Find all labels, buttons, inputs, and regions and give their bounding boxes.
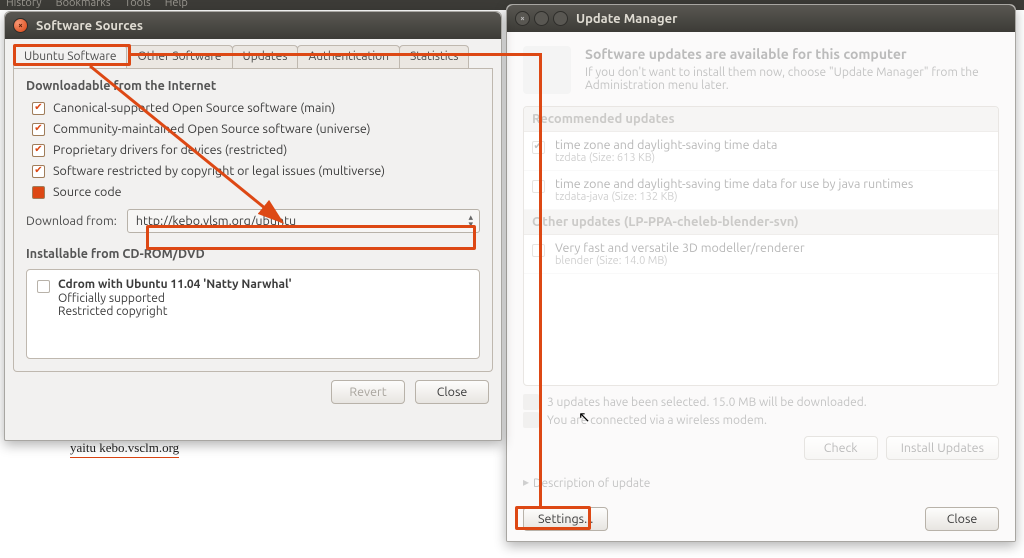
checkbox[interactable] (532, 141, 545, 154)
checkbox-restricted[interactable] (32, 144, 45, 157)
update-item[interactable]: Very fast and versatile 3D modeller/rend… (524, 235, 998, 274)
window-title: Software Sources (36, 19, 143, 33)
description-expander[interactable]: ▸Description of update (523, 476, 999, 490)
checkbox-cdrom[interactable] (37, 280, 50, 293)
close-icon[interactable]: × (13, 18, 28, 33)
software-sources-window: × Software Sources Ubuntu Software Other… (4, 11, 502, 441)
update-item[interactable]: time zone and daylight-saving time datat… (524, 132, 998, 171)
tab-ubuntu-software[interactable]: Ubuntu Software (13, 45, 127, 68)
check-button[interactable]: Check (804, 436, 878, 460)
update-manager-window: × Update Manager Software updates are av… (506, 4, 1016, 542)
tab-authentication[interactable]: Authentication (297, 45, 400, 68)
settings-button[interactable]: Settings... (523, 507, 608, 531)
menu-item[interactable]: Bookmarks (56, 0, 111, 9)
update-icon (523, 46, 571, 94)
download-server-dropdown[interactable]: http://kebo.vlsm.org/ubuntu ▴▾ (127, 209, 480, 233)
updates-list[interactable]: Recommended updates time zone and daylig… (523, 106, 999, 386)
window-title: Update Manager (576, 12, 678, 26)
close-button[interactable]: Close (925, 507, 999, 531)
menu-item[interactable]: Tools (125, 0, 151, 9)
caption-text: yaitu kebo.vsclm.org (70, 440, 179, 458)
checkbox-source[interactable] (32, 186, 45, 199)
menu-item[interactable]: Help (165, 0, 188, 9)
update-subtext: If you don't want to install them now, c… (585, 66, 999, 92)
group-header: Recommended updates (524, 107, 998, 132)
group-header: Other updates (LP-PPA-cheleb-blender-svn… (524, 210, 998, 235)
section-header: Installable from CD-ROM/DVD (26, 247, 480, 261)
status-text: 3 updates have been selected. 15.0 MB wi… (523, 394, 999, 430)
close-icon[interactable]: × (515, 11, 530, 26)
maximize-icon[interactable] (553, 11, 568, 26)
download-from-label: Download from: (26, 214, 117, 228)
tab-other-software[interactable]: Other Software (126, 45, 232, 68)
chevron-right-icon: ▸ (523, 475, 529, 489)
tab-updates[interactable]: Updates (232, 45, 299, 68)
checkbox-universe[interactable] (32, 123, 45, 136)
checkbox[interactable] (532, 180, 545, 193)
chevron-updown-icon: ▴▾ (468, 214, 473, 228)
revert-button[interactable]: Revert (331, 380, 405, 404)
cdrom-list[interactable]: Cdrom with Ubuntu 11.04 'Natty Narwhal' … (26, 269, 480, 359)
tabs-bar: Ubuntu Software Other Software Updates A… (13, 45, 493, 69)
checkbox[interactable] (532, 244, 545, 257)
download-icon (523, 394, 539, 410)
tab-statistics[interactable]: Statistics (399, 45, 469, 68)
titlebar[interactable]: × Software Sources (5, 12, 501, 39)
close-button[interactable]: Close (415, 380, 489, 404)
update-item[interactable]: time zone and daylight-saving time data … (524, 171, 998, 210)
menu-item[interactable]: History (6, 0, 42, 9)
checkbox-main[interactable] (32, 102, 45, 115)
section-header: Downloadable from the Internet (26, 79, 480, 93)
network-icon (523, 412, 539, 428)
titlebar[interactable]: × Update Manager (507, 5, 1015, 32)
install-updates-button[interactable]: Install Updates (886, 436, 999, 460)
update-heading: Software updates are available for this … (585, 46, 999, 62)
minimize-icon[interactable] (534, 11, 549, 26)
checkbox-multiverse[interactable] (32, 165, 45, 178)
